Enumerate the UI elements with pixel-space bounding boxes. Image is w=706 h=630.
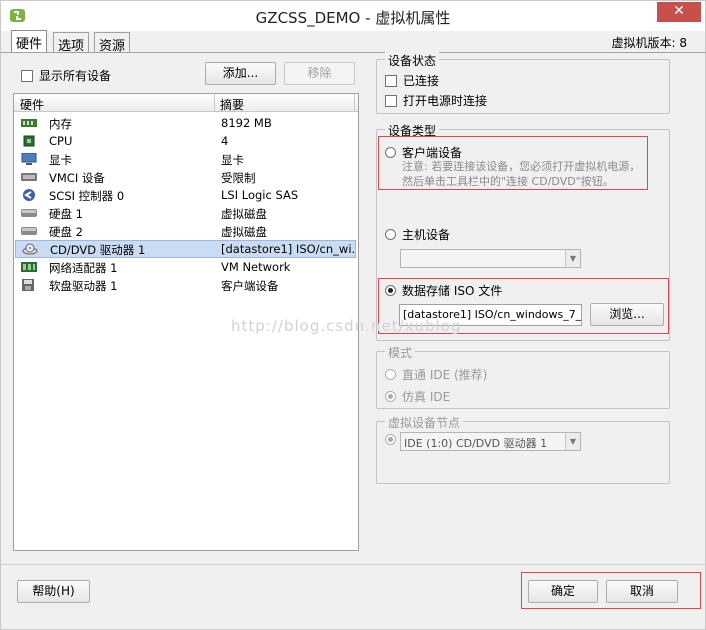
hardware-summary: 8192 MB <box>221 116 272 130</box>
hardware-name: CPU <box>49 134 73 148</box>
floppy-icon <box>22 279 34 291</box>
hardware-row-disk-1[interactable]: 硬盘 1 虚拟磁盘 <box>15 204 356 222</box>
remove-button[interactable]: 移除 <box>284 62 355 85</box>
hardware-summary: 虚拟磁盘 <box>221 207 267 221</box>
client-device-note: 注意: 若要连接该设备，您必须打开虚拟机电源，然后单击工具栏中的"连接 CD/D… <box>402 160 641 188</box>
host-device-label: 主机设备 <box>402 228 451 242</box>
passthrough-ide-radio[interactable]: 直通 IDE (推荐) <box>385 366 487 383</box>
hardware-name: 内存 <box>49 117 72 131</box>
virtual-device-node-radio[interactable] <box>385 434 396 445</box>
browse-button[interactable]: 浏览... <box>590 303 664 326</box>
virtual-device-node-value: IDE (1:0) CD/DVD 驱动器 1 <box>404 437 548 450</box>
hardware-summary: 显卡 <box>221 153 244 167</box>
add-button[interactable]: 添加... <box>205 62 276 85</box>
scsi-controller-icon <box>23 189 35 201</box>
column-header-hardware[interactable]: 硬件 <box>20 96 44 113</box>
passthrough-ide-label: 直通 IDE (推荐) <box>402 368 488 382</box>
watermark-text: http://blog.csdn.net/xublog <box>231 317 462 335</box>
hardware-summary: 虚拟磁盘 <box>221 225 267 239</box>
datastore-iso-label: 数据存储 ISO 文件 <box>402 284 503 298</box>
hardware-summary: 4 <box>221 134 229 148</box>
show-all-devices-checkbox[interactable]: 显示所有设备 <box>21 67 111 84</box>
column-separator[interactable] <box>354 94 355 112</box>
hardware-list-header: 硬件 摘要 <box>14 94 358 112</box>
hardware-row-scsi-controller[interactable]: SCSI 控制器 0 LSI Logic SAS <box>15 186 356 204</box>
tab-resources[interactable]: 资源 <box>94 32 131 54</box>
hardware-row-floppy-drive[interactable]: 软盘驱动器 1 客户端设备 <box>15 276 356 294</box>
bottom-divider <box>1 564 706 565</box>
hardware-row-disk-2[interactable]: 硬盘 2 虚拟磁盘 <box>15 222 356 240</box>
close-icon: ✕ <box>673 3 685 19</box>
hardware-name: 网络适配器 1 <box>49 261 118 275</box>
hardware-summary: LSI Logic SAS <box>221 188 299 202</box>
hardware-summary: 受限制 <box>221 171 256 185</box>
radio-circle[interactable] <box>385 369 396 380</box>
vm-version-label: 虚拟机版本: 8 <box>611 36 688 50</box>
datastore-iso-radio[interactable]: 数据存储 ISO 文件 <box>385 282 502 299</box>
connect-at-power-on-label: 打开电源时连接 <box>403 94 488 108</box>
connect-at-power-on-checkbox[interactable]: 打开电源时连接 <box>385 92 487 109</box>
help-button[interactable]: 帮助(H) <box>17 580 90 603</box>
hardware-row-cpu[interactable]: CPU 4 <box>15 132 356 150</box>
virtual-device-node-title: 虚拟设备节点 <box>385 414 464 431</box>
window-title: GZCSS_DEMO - 虚拟机属性 <box>255 9 451 27</box>
memory-icon <box>21 119 37 127</box>
tab-hardware[interactable]: 硬件 <box>11 30 48 53</box>
disk-icon <box>21 227 37 235</box>
checkbox-box[interactable] <box>21 69 33 82</box>
tab-divider <box>1 52 706 53</box>
checkbox-box[interactable] <box>385 74 397 87</box>
device-status-title: 设备状态 <box>385 52 440 69</box>
hardware-row-cd-dvd-drive[interactable]: CD/DVD 驱动器 1 [datastore1] ISO/cn_wi... <box>15 240 356 258</box>
hardware-name: VMCI 设备 <box>49 171 105 185</box>
checkbox-box[interactable] <box>385 94 397 107</box>
hardware-name: CD/DVD 驱动器 1 <box>50 243 146 257</box>
tab-options[interactable]: 选项 <box>53 32 90 54</box>
cd-drive-icon <box>22 243 38 255</box>
connected-checkbox[interactable]: 已连接 <box>385 72 439 89</box>
hardware-name: SCSI 控制器 0 <box>49 189 125 203</box>
vmci-icon <box>21 173 37 181</box>
mode-title: 模式 <box>385 344 416 361</box>
hardware-name: 硬盘 2 <box>49 225 83 239</box>
radio-circle[interactable] <box>385 434 396 445</box>
hardware-name: 软盘驱动器 1 <box>49 279 118 293</box>
title-bar: GZCSS_DEMO - 虚拟机属性 ✕ <box>1 1 705 31</box>
cpu-icon <box>23 135 35 147</box>
chevron-down-icon[interactable]: ▼ <box>565 250 580 267</box>
hardware-summary: VM Network <box>221 260 291 274</box>
network-adapter-icon <box>21 262 37 272</box>
video-card-icon <box>21 153 37 165</box>
show-all-devices-label: 显示所有设备 <box>39 69 112 83</box>
disk-icon <box>21 209 37 217</box>
hardware-row-memory[interactable]: 内存 8192 MB <box>15 114 356 132</box>
hardware-summary: 客户端设备 <box>221 279 279 293</box>
chevron-down-icon[interactable]: ▼ <box>565 433 580 450</box>
virtual-device-node-select[interactable]: IDE (1:0) CD/DVD 驱动器 1 ▼ <box>400 432 581 451</box>
hardware-row-video-card[interactable]: 显卡 显卡 <box>15 150 356 168</box>
host-device-radio[interactable]: 主机设备 <box>385 226 450 243</box>
radio-circle[interactable] <box>385 229 396 240</box>
emulate-ide-label: 仿真 IDE <box>402 390 451 404</box>
column-header-summary[interactable]: 摘要 <box>220 96 244 113</box>
connected-label: 已连接 <box>403 74 440 88</box>
radio-circle[interactable] <box>385 285 396 296</box>
hardware-name: 硬盘 1 <box>49 207 83 221</box>
hardware-name: 显卡 <box>49 153 72 167</box>
hardware-summary: [datastore1] ISO/cn_wi... <box>221 242 355 256</box>
close-button[interactable]: ✕ <box>657 2 701 22</box>
hardware-row-vmci[interactable]: VMCI 设备 受限制 <box>15 168 356 186</box>
highlight-box-buttons <box>521 572 701 609</box>
host-device-select[interactable]: ▼ <box>400 249 581 268</box>
column-separator[interactable] <box>214 94 215 112</box>
radio-circle[interactable] <box>385 391 396 402</box>
emulate-ide-radio[interactable]: 仿真 IDE <box>385 388 450 405</box>
hardware-row-network-adapter[interactable]: 网络适配器 1 VM Network <box>15 258 356 276</box>
vm-properties-window: GZCSS_DEMO - 虚拟机属性 ✕ 硬件 选项 资源 虚拟机版本: 8 显… <box>0 0 706 630</box>
radio-circle[interactable] <box>385 147 396 158</box>
virtual-device-node-group: 虚拟设备节点 <box>376 414 670 484</box>
